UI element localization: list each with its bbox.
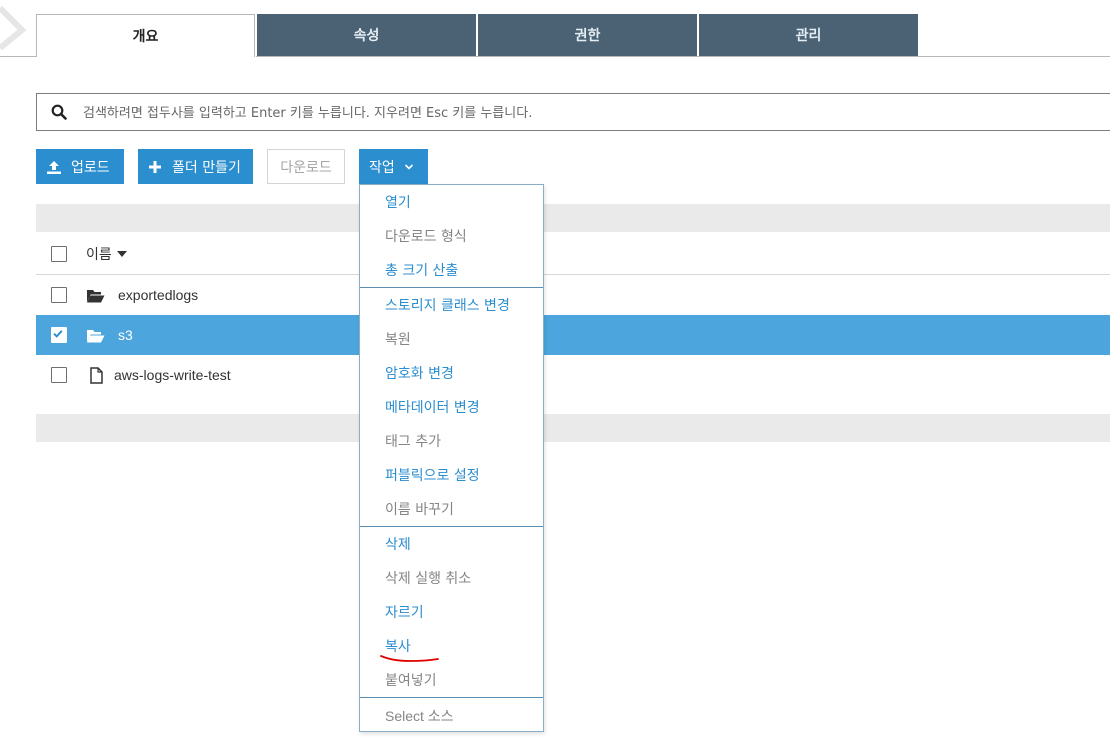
- table-bottom-strip: [36, 414, 1110, 442]
- tab-bar: 개요 속성 권한 관리: [36, 14, 920, 57]
- upload-icon: [47, 160, 61, 174]
- corner-decoration: [0, 5, 27, 50]
- menu-item-change-storage-class[interactable]: 스토리지 클래스 변경: [385, 296, 510, 316]
- plus-icon: [149, 160, 161, 173]
- checkmark-icon: [53, 330, 63, 338]
- folder-open-icon: [87, 329, 105, 342]
- column-name-label: 이름: [86, 246, 112, 263]
- menu-item-make-public[interactable]: 퍼블릭으로 설정: [385, 466, 480, 486]
- search-box: [36, 93, 1110, 132]
- search-icon: [51, 104, 67, 120]
- table-row[interactable]: aws-logs-write-test: [36, 355, 1110, 395]
- sort-caret-icon: [116, 250, 127, 257]
- menu-item-download-as[interactable]: 다운로드 형식: [385, 227, 467, 247]
- tab-overview[interactable]: 개요: [36, 14, 255, 57]
- row-name[interactable]: s3: [118, 327, 133, 343]
- menu-item-change-metadata[interactable]: 메타데이터 변경: [385, 398, 480, 418]
- tab-divider: [256, 56, 1110, 57]
- row-name[interactable]: exportedlogs: [118, 287, 198, 303]
- upload-button[interactable]: 업로드: [36, 149, 124, 184]
- table-row-selected[interactable]: s3: [36, 315, 1110, 355]
- menu-item-calculate-total-size[interactable]: 총 크기 산출: [385, 261, 458, 281]
- tab-properties[interactable]: 속성: [257, 14, 476, 56]
- menu-item-change-encryption[interactable]: 암호화 변경: [385, 364, 454, 384]
- menu-item-add-tags[interactable]: 태그 추가: [385, 432, 441, 452]
- tab-divider-left: [0, 56, 36, 57]
- create-folder-button[interactable]: 폴더 만들기: [138, 149, 253, 184]
- download-button[interactable]: 다운로드: [267, 149, 345, 184]
- column-header-name[interactable]: 이름: [86, 244, 127, 264]
- actions-button[interactable]: 작업: [359, 149, 428, 184]
- chevron-down-icon: [404, 163, 413, 170]
- menu-item-open[interactable]: 열기: [385, 193, 411, 213]
- menu-item-restore[interactable]: 복원: [385, 330, 411, 350]
- row-checkbox-checked[interactable]: [51, 327, 67, 343]
- menu-divider: [360, 526, 543, 527]
- menu-divider: [360, 697, 543, 698]
- menu-item-paste[interactable]: 붙여넣기: [385, 671, 437, 691]
- menu-item-select-source[interactable]: Select 소스: [385, 706, 454, 726]
- menu-item-rename[interactable]: 이름 바꾸기: [385, 500, 454, 520]
- table-header: 이름: [36, 233, 1110, 275]
- row-name[interactable]: aws-logs-write-test: [114, 367, 231, 383]
- tab-permissions[interactable]: 권한: [478, 14, 697, 56]
- folder-open-icon: [87, 289, 105, 302]
- tab-management[interactable]: 관리: [699, 14, 918, 56]
- menu-item-copy[interactable]: 복사: [385, 637, 411, 657]
- row-checkbox[interactable]: [51, 367, 67, 383]
- menu-item-delete[interactable]: 삭제: [385, 535, 411, 555]
- table-top-strip: [36, 204, 1110, 232]
- menu-item-undo-delete[interactable]: 삭제 실행 취소: [385, 569, 471, 589]
- download-label: 다운로드: [280, 159, 332, 176]
- search-input[interactable]: [81, 94, 1085, 132]
- upload-label: 업로드: [71, 159, 110, 176]
- create-folder-label: 폴더 만들기: [172, 159, 241, 176]
- actions-menu: 열기 다운로드 형식 총 크기 산출 스토리지 클래스 변경 복원 암호화 변경…: [359, 184, 544, 732]
- file-icon: [90, 366, 103, 384]
- select-all-checkbox[interactable]: [51, 245, 67, 262]
- menu-item-cut[interactable]: 자르기: [385, 603, 424, 623]
- menu-divider: [360, 287, 543, 288]
- row-checkbox[interactable]: [51, 287, 67, 303]
- actions-label: 작업: [369, 159, 395, 176]
- table-row[interactable]: exportedlogs: [36, 275, 1110, 315]
